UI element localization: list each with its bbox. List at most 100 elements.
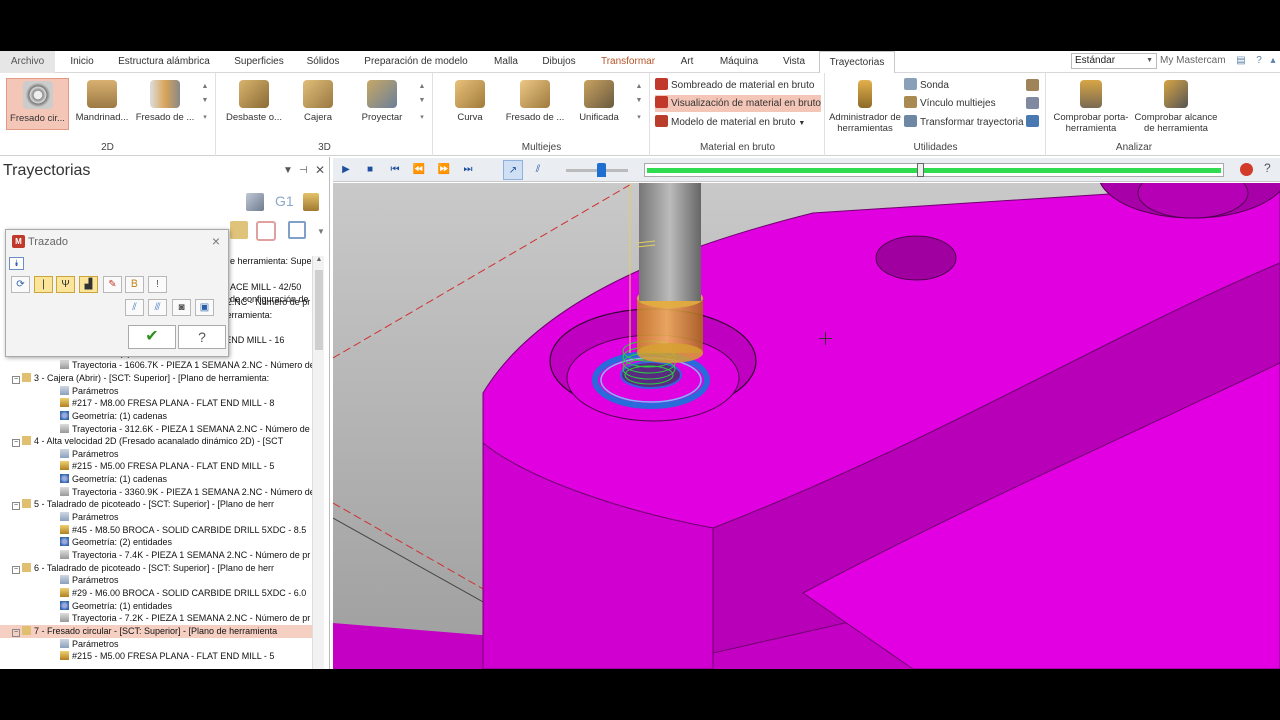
button-visualizacion-material[interactable]: Visualización de material en bruto bbox=[655, 95, 821, 112]
collapse-icon[interactable]: − bbox=[12, 375, 20, 384]
tree-row[interactable]: Trayectoria - 1606.7K - PIEZA 1 SEMANA 2… bbox=[0, 359, 312, 372]
speed-slider-thumb[interactable] bbox=[597, 163, 606, 177]
tree-row[interactable]: Parámetros bbox=[0, 448, 312, 461]
stop-conditions-icon[interactable] bbox=[1240, 163, 1253, 176]
gallery-expand-icon[interactable]: ▾ bbox=[634, 112, 644, 124]
path-run-icon[interactable]: ⫽ bbox=[528, 160, 548, 180]
scroll-thumb[interactable] bbox=[315, 270, 323, 350]
button-transformar-trayectoria[interactable]: Transformar trayectoria bbox=[904, 114, 1024, 131]
gallery-up-icon[interactable]: ▲ bbox=[417, 81, 427, 93]
tree-row[interactable]: Parámetros bbox=[0, 574, 312, 587]
gallery-down-icon[interactable]: ▼ bbox=[417, 95, 427, 107]
button-fresado-circular[interactable]: Fresado cir... bbox=[6, 78, 69, 130]
tab-preparacion[interactable]: Preparación de modelo bbox=[360, 51, 472, 73]
button-mandrinado[interactable]: Mandrinad... bbox=[72, 78, 132, 130]
lock-icon[interactable] bbox=[256, 221, 276, 241]
comment-icon[interactable]: ▤ bbox=[1234, 54, 1248, 68]
tab-dibujos[interactable]: Dibujos bbox=[538, 51, 580, 73]
tree-operation-row[interactable]: − 3 - Cajera (Abrir) - [SCT: Superior] - … bbox=[0, 372, 312, 385]
tree-row[interactable]: Parámetros bbox=[0, 385, 312, 398]
help-icon[interactable]: ? bbox=[1252, 54, 1266, 68]
tab-art[interactable]: Art bbox=[674, 51, 700, 73]
button-sombreado-material[interactable]: Sombreado de material en bruto bbox=[655, 77, 814, 94]
warning-icon[interactable]: ! bbox=[148, 276, 167, 293]
select-icon[interactable] bbox=[230, 221, 248, 239]
tab-trayectorias[interactable]: Trayectorias bbox=[819, 51, 895, 74]
holder-icon[interactable]: Ψ bbox=[56, 276, 75, 293]
style-select[interactable]: Estándar ▼ bbox=[1071, 53, 1157, 69]
tree-row[interactable]: Trayectoria - 3360.9K - PIEZA 1 SEMANA 2… bbox=[0, 486, 312, 499]
tab-vista[interactable]: Vista bbox=[778, 51, 810, 73]
tree-row[interactable]: Parámetros bbox=[0, 511, 312, 524]
cycle-icon[interactable]: ⟳ bbox=[11, 276, 30, 293]
gallery-up-icon[interactable]: ▲ bbox=[200, 81, 210, 93]
tree-row[interactable]: Geometría: (2) entidades bbox=[0, 536, 312, 549]
tree-row[interactable]: #215 - M5.00 FRESA PLANA - FLAT END MILL… bbox=[0, 650, 312, 663]
display-toggle-icon[interactable] bbox=[288, 221, 306, 239]
minimize-ribbon-icon[interactable]: ▴ bbox=[1266, 54, 1280, 68]
holder-stock-icon[interactable]: ▟ bbox=[79, 276, 98, 293]
stop-icon[interactable]: ■ bbox=[360, 160, 380, 180]
button-fresado-multi[interactable]: Fresado de ... bbox=[504, 78, 566, 130]
tree-row[interactable]: Geometría: (1) cadenas bbox=[0, 473, 312, 486]
post-icon[interactable] bbox=[303, 193, 319, 211]
chevron-down-icon[interactable]: ▼ bbox=[317, 227, 325, 236]
camera-icon[interactable]: ◙ bbox=[172, 299, 191, 316]
tool-shade-icon[interactable]: Ᏼ bbox=[125, 276, 144, 293]
tab-maquina[interactable]: Máquina bbox=[714, 51, 764, 73]
tree-operation-row[interactable]: − 5 - Taladrado de picoteado - [SCT: Supe… bbox=[0, 498, 312, 511]
scroll-up-icon[interactable]: ▲ bbox=[313, 256, 325, 263]
tree-operation-row[interactable]: − 7 - Fresado circular - [SCT: Superior] … bbox=[0, 624, 312, 638]
panel-dropdown-icon[interactable]: ▼ bbox=[283, 165, 293, 176]
utility-icon-3[interactable] bbox=[1026, 115, 1039, 127]
tree-row[interactable]: #215 - M5.00 FRESA PLANA - FLAT END MILL… bbox=[0, 460, 312, 473]
gallery-expand-icon[interactable]: ▾ bbox=[200, 112, 210, 124]
tree-row[interactable]: #29 - M6.00 BROCA - SOLID CARBIDE DRILL … bbox=[0, 587, 312, 600]
collapse-icon[interactable]: − bbox=[12, 439, 20, 448]
tree-row[interactable]: Geometría: (1) entidades bbox=[0, 600, 312, 613]
gallery-up-icon[interactable]: ▲ bbox=[634, 81, 644, 93]
button-administrador-herramientas[interactable]: Administrador de herramientas bbox=[828, 78, 902, 134]
button-cajera[interactable]: Cajera bbox=[289, 78, 347, 130]
path-trace-icon[interactable]: ↗ bbox=[503, 160, 523, 180]
tree-row[interactable]: Trayectoria - 7.2K - PIEZA 1 SEMANA 2.NC… bbox=[0, 612, 312, 625]
path-all-icon[interactable]: ⫻ bbox=[148, 299, 167, 316]
collapse-icon[interactable]: − bbox=[12, 628, 20, 637]
step-forward-icon[interactable]: ⏩ bbox=[434, 160, 454, 180]
gallery-expand-icon[interactable]: ▾ bbox=[417, 112, 427, 124]
step-back-icon[interactable]: ⏪ bbox=[409, 160, 429, 180]
save-icon[interactable]: ▣ bbox=[195, 299, 214, 316]
go-start-icon[interactable]: ⏮ bbox=[385, 160, 405, 180]
tree-operation-row[interactable]: − 6 - Taladrado de picoteado - [SCT: Supe… bbox=[0, 562, 312, 575]
pin-icon[interactable]: ⊣ bbox=[299, 165, 308, 176]
gallery-down-icon[interactable]: ▼ bbox=[634, 95, 644, 107]
g1-icon[interactable]: G1 bbox=[275, 193, 294, 209]
tab-malla[interactable]: Malla bbox=[488, 51, 524, 73]
button-modelo-material[interactable]: Modelo de material en bruto ▼ bbox=[655, 114, 805, 131]
close-icon[interactable]: ✕ bbox=[315, 163, 325, 177]
collapse-icon[interactable]: − bbox=[12, 565, 20, 574]
button-vinculo-multiejes[interactable]: Vínculo multiejes bbox=[904, 95, 996, 112]
tree-row[interactable]: #45 - M8.50 BROCA - SOLID CARBIDE DRILL … bbox=[0, 524, 312, 537]
expand-icon[interactable]: ⯯ bbox=[9, 257, 24, 270]
go-end-icon[interactable]: ⏭ bbox=[458, 160, 478, 180]
button-desbaste[interactable]: Desbaste o... bbox=[223, 78, 285, 130]
progress-knob[interactable] bbox=[917, 163, 924, 177]
tree-scrollbar[interactable]: ▲ bbox=[312, 256, 324, 669]
graphics-viewport[interactable] bbox=[333, 183, 1280, 669]
utility-icon-2[interactable] bbox=[1026, 97, 1039, 109]
tool-icon[interactable]: ❘ bbox=[34, 276, 53, 293]
tab-transformar[interactable]: Transformar bbox=[597, 51, 659, 73]
button-curva[interactable]: Curva bbox=[440, 78, 500, 130]
button-fresado-rosca[interactable]: Fresado de ... bbox=[134, 78, 196, 130]
playback-progress[interactable] bbox=[644, 163, 1224, 177]
button-unificada[interactable]: Unificada bbox=[570, 78, 628, 130]
help-button[interactable]: ? bbox=[178, 325, 226, 349]
path-display-icon[interactable]: ⫽ bbox=[125, 299, 144, 316]
collapse-icon[interactable]: − bbox=[12, 502, 20, 511]
tree-row[interactable]: #217 - M8.00 FRESA PLANA - FLAT END MILL… bbox=[0, 397, 312, 410]
tab-archivo[interactable]: Archivo bbox=[0, 51, 55, 73]
help-icon[interactable]: ? bbox=[1264, 161, 1271, 175]
tree-operation-row[interactable]: − 4 - Alta velocidad 2D (Fresado acanalad… bbox=[0, 435, 312, 448]
tree-row[interactable]: Trayectoria - 7.4K - PIEZA 1 SEMANA 2.NC… bbox=[0, 549, 312, 562]
